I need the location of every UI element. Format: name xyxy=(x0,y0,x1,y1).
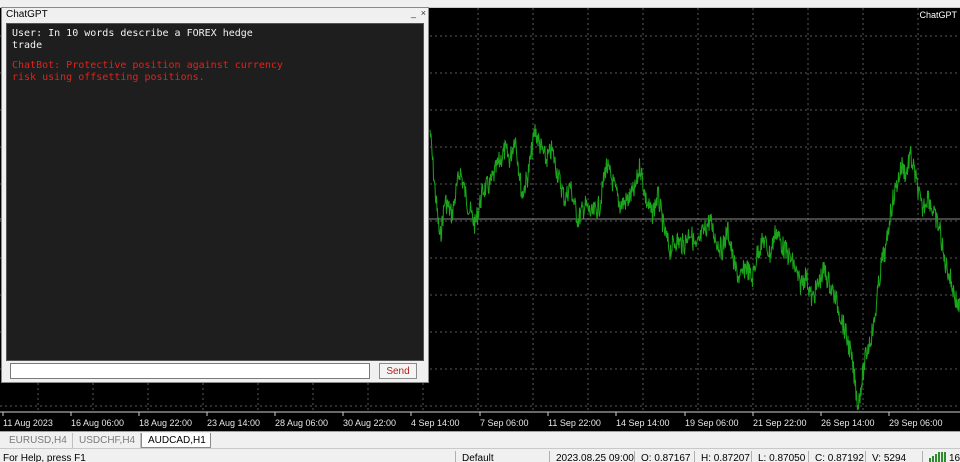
time-tick-label: 7 Sep 06:00 xyxy=(480,418,529,428)
status-divider xyxy=(455,451,456,462)
chat-title: ChatGPT xyxy=(6,9,48,20)
chat-history[interactable]: User: In 10 words describe a FOREX hedge… xyxy=(6,23,424,361)
close-icon[interactable]: × xyxy=(421,8,426,18)
time-tick-label: 29 Sep 06:00 xyxy=(889,418,943,428)
time-axis: 11 Aug 2023 16 Aug 06:00 18 Aug 22:00 23 Au… xyxy=(0,412,960,432)
status-divider xyxy=(634,451,635,462)
status-divider xyxy=(865,451,866,462)
time-tick-label: 30 Aug 22:00 xyxy=(343,418,397,428)
status-divider xyxy=(808,451,809,462)
time-tick-label: 18 Aug 22:00 xyxy=(139,418,193,428)
chat-input[interactable] xyxy=(10,363,370,379)
tab-usdchf-h4[interactable]: USDCHF,H4 xyxy=(73,433,141,448)
time-tick-label: 28 Aug 06:00 xyxy=(275,418,329,428)
status-divider xyxy=(751,451,752,462)
tab-audcad-h1[interactable]: AUDCAD,H1 xyxy=(141,433,211,448)
time-tick-label: 4 Sep 14:00 xyxy=(411,418,460,428)
time-tick-label: 21 Sep 22:00 xyxy=(753,418,807,428)
chart-expert-label: ChatGPT xyxy=(919,10,957,20)
time-tick-label: 23 Aug 14:00 xyxy=(207,418,261,428)
chart-tab-bar: EURUSD,H4 USDCHF,H4 AUDCAD,H1 xyxy=(0,431,960,449)
status-bar: For Help, press F1 Default 2023.08.25 09… xyxy=(0,448,960,462)
time-tick-label: 26 Sep 14:00 xyxy=(821,418,875,428)
time-tick-label: 11 Sep 22:00 xyxy=(548,418,601,428)
tab-eurusd-h4[interactable]: EURUSD,H4 xyxy=(3,433,73,448)
chat-window[interactable]: ChatGPT _ × User: In 10 words describe a… xyxy=(1,7,429,383)
time-tick-label: 11 Aug 2023 xyxy=(3,418,53,428)
price-line xyxy=(429,124,960,411)
user-message: User: In 10 words describe a FOREX hedge… xyxy=(12,28,253,51)
status-divider xyxy=(922,451,923,462)
status-divider xyxy=(694,451,695,462)
status-divider xyxy=(549,451,550,462)
time-tick-label: 14 Sep 14:00 xyxy=(616,418,670,428)
time-tick-label: 19 Sep 06:00 xyxy=(685,418,739,428)
bot-message: ChatBot: Protective position against cur… xyxy=(12,60,283,83)
send-button[interactable]: Send xyxy=(379,363,417,379)
minimize-icon[interactable]: _ xyxy=(411,8,416,18)
chat-titlebar[interactable]: ChatGPT _ × xyxy=(2,8,428,22)
time-tick-label: 16 Aug 06:00 xyxy=(71,418,125,428)
